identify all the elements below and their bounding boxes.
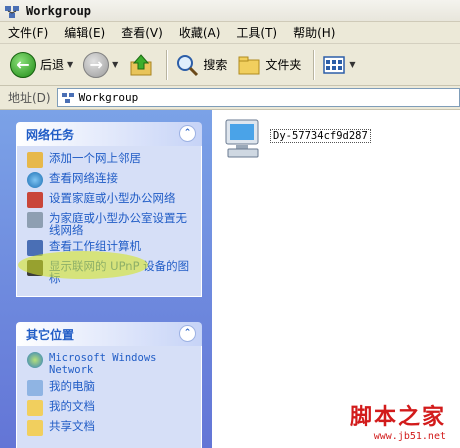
menu-edit[interactable]: 编辑(E)	[64, 24, 105, 41]
search-label: 搜索	[203, 58, 228, 72]
views-button[interactable]: ▼	[322, 48, 356, 82]
up-folder-icon	[130, 53, 152, 75]
task-pane: 网络任务 ⌃ 添加一个网上邻居 查看网络连接 设置家庭或小型办公网络 为家庭或小…	[0, 110, 212, 448]
address-value: Workgroup	[78, 91, 139, 104]
task-label: 为家庭或小型办公室设置无线网络	[49, 211, 187, 237]
menu-tools[interactable]: 工具(T)	[236, 24, 277, 41]
task-label: Microsoft Windows Network	[49, 352, 157, 376]
task-label: 我的文档	[49, 399, 95, 413]
other-places-panel: 其它位置 ⌃ Microsoft Windows Network 我的电脑 我的…	[16, 322, 202, 448]
my-computer-icon	[27, 380, 43, 396]
watermark: 脚本之家 www.jb51.net	[350, 399, 446, 442]
menu-favorites[interactable]: 收藏(A)	[179, 24, 221, 41]
up-button[interactable]	[128, 48, 154, 82]
workgroup-small-icon	[61, 92, 74, 103]
menu-file[interactable]: 文件(F)	[8, 24, 48, 41]
task-label: 共享文档	[49, 419, 95, 433]
search-button[interactable]: 搜索	[175, 48, 227, 82]
place-microsoft-network[interactable]: Microsoft Windows Network	[27, 352, 195, 376]
place-my-computer[interactable]: 我的电脑	[27, 380, 195, 396]
task-label: 添加一个网上邻居	[49, 151, 141, 165]
menu-bar: 文件(F) 编辑(E) 查看(V) 收藏(A) 工具(T) 帮助(H)	[0, 22, 460, 44]
forward-arrow-icon: →	[83, 51, 110, 78]
task-setup-wireless[interactable]: 为家庭或小型办公室设置无线网络	[27, 212, 195, 236]
watermark-url: www.jb51.net	[373, 431, 446, 442]
place-my-documents[interactable]: 我的文档	[27, 400, 195, 416]
menu-view[interactable]: 查看(V)	[121, 24, 163, 41]
place-shared-documents[interactable]: 共享文档	[27, 420, 195, 436]
globe-icon	[27, 352, 43, 368]
add-place-icon	[27, 152, 43, 168]
other-places-title: 其它位置	[26, 327, 75, 342]
workgroup-icon	[4, 3, 20, 19]
back-dropdown-icon[interactable]: ▼	[67, 60, 73, 69]
views-icon	[323, 55, 346, 74]
other-places-list: Microsoft Windows Network 我的电脑 我的文档 共享文档	[16, 346, 202, 448]
my-documents-icon	[27, 400, 43, 416]
menu-help[interactable]: 帮助(H)	[293, 24, 335, 41]
toolbar: ← 后退 ▼ → ▼ 搜索 文件夹 ▼	[0, 44, 460, 86]
task-label: 查看工作组计算机	[49, 239, 141, 253]
search-icon	[177, 54, 199, 76]
marker-highlight	[18, 251, 148, 279]
computer-name-label[interactable]: Dy-57734cf9d287	[270, 129, 371, 143]
task-setup-home-network[interactable]: 设置家庭或小型办公网络	[27, 192, 195, 208]
address-bar: 地址(D) Workgroup	[0, 86, 460, 110]
folders-label: 文件夹	[265, 58, 302, 72]
task-add-network-place[interactable]: 添加一个网上邻居	[27, 152, 195, 168]
address-label: 地址(D)	[8, 91, 51, 105]
views-dropdown-icon[interactable]: ▼	[349, 60, 355, 69]
network-tasks-header[interactable]: 网络任务 ⌃	[16, 122, 202, 146]
shared-documents-icon	[27, 420, 43, 436]
folders-icon	[238, 56, 260, 74]
wireless-network-icon	[27, 212, 43, 228]
task-view-connections[interactable]: 查看网络连接	[27, 172, 195, 188]
back-label: 后退	[40, 58, 65, 72]
collapse-icon[interactable]: ⌃	[179, 325, 196, 342]
computer-icon[interactable]	[222, 118, 266, 162]
task-label: 设置家庭或小型办公网络	[49, 191, 176, 205]
home-network-icon	[27, 192, 43, 208]
address-input[interactable]: Workgroup	[56, 88, 460, 107]
forward-button[interactable]: → ▼	[83, 48, 118, 82]
collapse-icon[interactable]: ⌃	[179, 125, 196, 142]
toolbar-separator-2	[313, 49, 315, 80]
back-button[interactable]: ← 后退 ▼	[10, 48, 73, 82]
task-label: 查看网络连接	[49, 171, 118, 185]
toolbar-separator	[166, 49, 168, 80]
back-arrow-icon: ←	[10, 51, 36, 78]
content-area: Dy-57734cf9d287 脚本之家 www.jb51.net	[212, 110, 460, 448]
task-label: 我的电脑	[49, 379, 95, 393]
folders-button[interactable]: 文件夹	[237, 48, 301, 82]
forward-dropdown-icon[interactable]: ▼	[112, 60, 118, 69]
watermark-text: 脚本之家	[349, 404, 446, 430]
network-connections-icon	[27, 172, 43, 188]
other-places-header[interactable]: 其它位置 ⌃	[16, 322, 202, 346]
window-title: Workgroup	[26, 3, 92, 18]
title-bar: Workgroup	[0, 0, 460, 22]
network-tasks-title: 网络任务	[26, 127, 75, 142]
